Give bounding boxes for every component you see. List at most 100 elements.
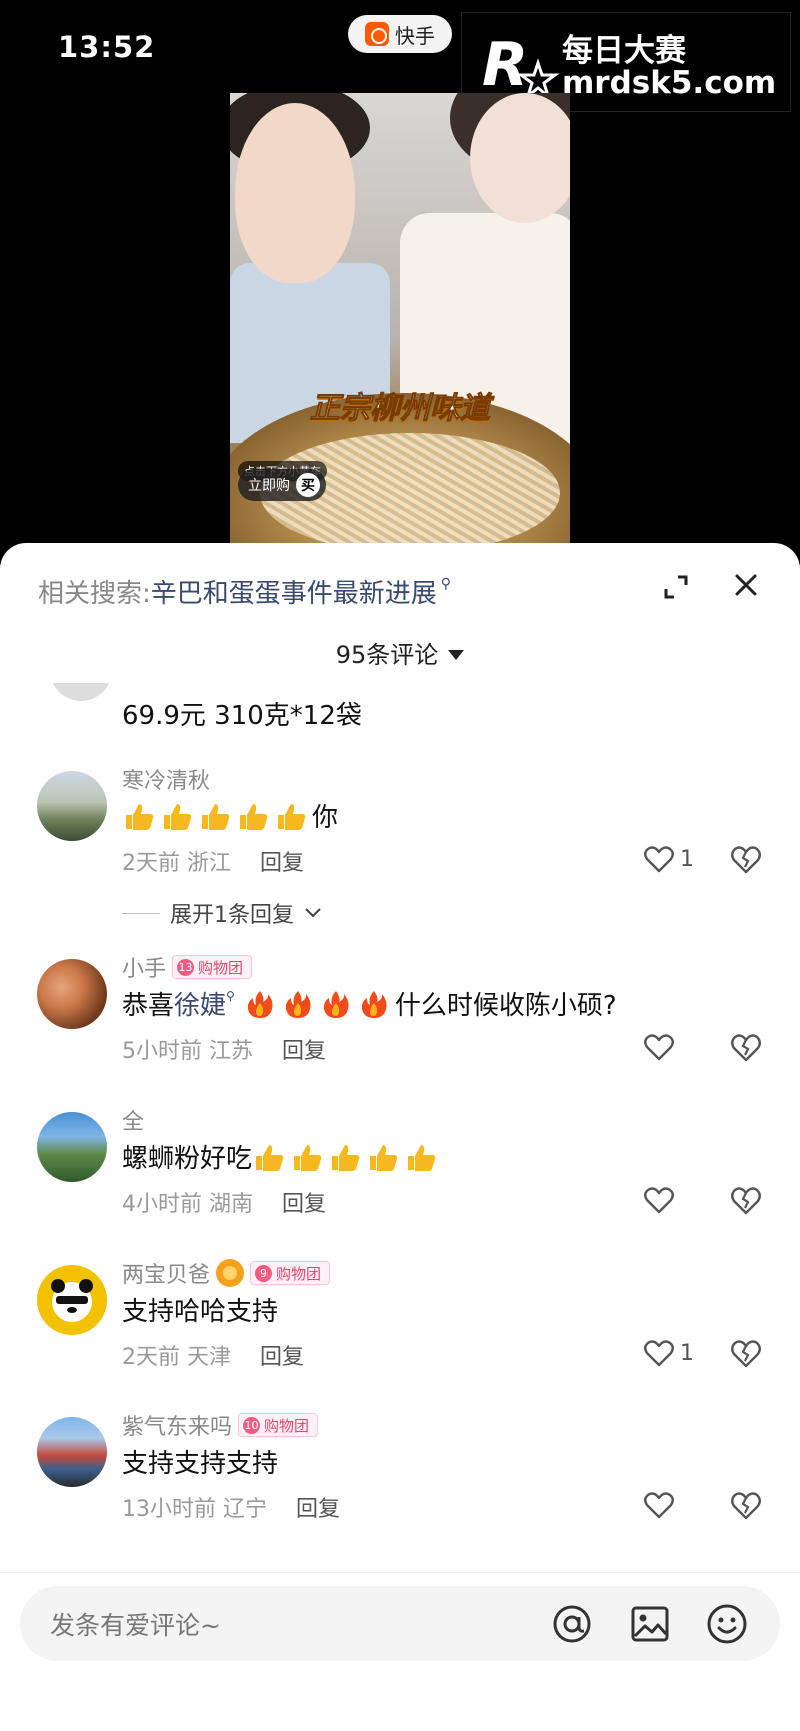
comment-list[interactable]: 69.9元 310克*12袋 寒冷清秋 你 2天前 浙江 回复 1 展开1条回复… — [0, 683, 800, 1586]
search-icon: ⚲ — [440, 575, 452, 592]
username[interactable]: 全 — [122, 1104, 144, 1136]
kuaishou-logo-icon — [365, 22, 389, 46]
comment-time: 4小时前 — [122, 1192, 202, 1217]
fire-emoji-icon — [323, 990, 349, 1018]
thumbs-up-emoji-icon — [294, 1144, 322, 1171]
badge-level: 13 — [177, 958, 195, 976]
comment-text-prefix: 恭喜 — [122, 991, 175, 1021]
comment-text: 螺蛳粉好吃 — [122, 1138, 442, 1175]
emoji-face-icon[interactable] — [705, 1602, 749, 1646]
comment-location: 浙江 — [187, 851, 232, 876]
comment-count[interactable]: 95条评论 — [0, 635, 800, 670]
thumbs-up-emoji-icon — [126, 803, 154, 830]
like-count: 1 — [680, 846, 694, 872]
expand-replies-label: 展开1条回复 — [170, 903, 294, 928]
fire-emoji-icon — [361, 990, 387, 1018]
comment-meta: 13小时前 辽宁 回复 — [122, 1491, 340, 1523]
avatar[interactable] — [37, 771, 107, 841]
comment-time: 5小时前 — [122, 1039, 202, 1064]
at-mention-icon[interactable] — [550, 1602, 594, 1646]
comment-text: 69.9元 310克*12袋 — [122, 701, 362, 731]
expand-replies-button[interactable]: 展开1条回复 — [122, 897, 322, 929]
video-banner-text: 正宗柳州味道 — [310, 391, 491, 427]
like-button[interactable] — [644, 1184, 674, 1216]
comment-item: 寒冷清秋 你 2天前 浙江 回复 1 展开1条回复 — [0, 763, 800, 928]
username[interactable]: 小手 — [122, 951, 166, 983]
video-face-right — [470, 93, 570, 223]
badge-level: 9 — [255, 1264, 273, 1282]
comment-meta: 2天前 浙江 回复 — [122, 845, 304, 877]
badge-label: 购物团 — [276, 1264, 322, 1283]
watermark-title: 每日大赛 — [562, 33, 686, 69]
related-search[interactable]: 相关搜索: 辛巴和蛋蛋事件最新进展 ⚲ — [38, 573, 451, 610]
reply-button[interactable]: 回复 — [282, 1192, 326, 1217]
comment-input-bar[interactable]: 发条有爱评论~ — [20, 1586, 780, 1661]
thumbs-up-emoji-icon — [256, 1144, 284, 1171]
avatar[interactable] — [37, 1112, 107, 1182]
comment-item: 紫气东来吗 10 购物团 支持支持支持 13小时前 辽宁 回复 — [0, 1409, 800, 1549]
mention-link[interactable]: 徐婕 — [174, 985, 226, 1022]
broken-heart-icon[interactable] — [730, 1184, 762, 1216]
avatar[interactable] — [37, 1417, 107, 1487]
group-badge: 13 购物团 — [172, 955, 253, 979]
comment-text-prefix: 螺蛳粉好吃 — [122, 1144, 253, 1174]
badge-label: 购物团 — [198, 958, 244, 977]
heart-outline-icon — [644, 846, 674, 873]
thumbs-up-emoji-icon — [332, 1144, 360, 1171]
like-button[interactable] — [644, 1489, 674, 1521]
comment-count-label: 95条评论 — [335, 641, 439, 669]
video-player[interactable]: 正宗柳州味道 点击下方小黄车 立即购 买 — [230, 93, 570, 543]
thumbs-up-emoji-icon — [164, 803, 192, 830]
avatar[interactable] — [37, 1265, 107, 1335]
image-icon[interactable] — [628, 1602, 672, 1646]
comment-location: 天津 — [187, 1345, 232, 1370]
username[interactable]: 两宝贝爸 — [122, 1257, 210, 1289]
close-icon[interactable] — [732, 571, 760, 599]
app-pill-label: 快手 — [395, 23, 435, 48]
buy-char: 买 — [296, 473, 320, 497]
username[interactable]: 紫气东来吗 — [122, 1409, 232, 1441]
comment-text: 恭喜 徐婕 ⚲ 什么时候收陈小硕? — [122, 985, 617, 1022]
thumbs-up-emoji-icon — [240, 803, 268, 830]
comment-sheet: 相关搜索: 辛巴和蛋蛋事件最新进展 ⚲ 95条评论 69.9元 310克*12袋… — [0, 543, 800, 1731]
expand-icon[interactable] — [662, 573, 690, 601]
avatar[interactable] — [37, 959, 107, 1029]
reply-button[interactable]: 回复 — [260, 1345, 304, 1370]
group-badge: 10 购物团 — [238, 1413, 319, 1437]
kuaishou-app-pill[interactable]: 快手 — [348, 15, 452, 53]
buy-now-label: 立即购 — [248, 478, 290, 494]
comment-item: 两宝贝爸 9 购物团 支持哈哈支持 2天前 天津 回复 1 — [0, 1257, 800, 1397]
comment-text: 你 — [122, 797, 338, 834]
comment-text-suffix: 你 — [312, 803, 339, 833]
reply-button[interactable]: 回复 — [282, 1039, 326, 1064]
like-button[interactable] — [644, 1031, 674, 1063]
video-face-left — [235, 103, 355, 283]
broken-heart-icon[interactable] — [730, 1031, 762, 1063]
buy-now-button[interactable]: 立即购 买 — [238, 469, 326, 501]
comment-text-suffix: 什么时候收陈小硕? — [394, 991, 617, 1021]
search-icon: ⚲ — [226, 988, 235, 1003]
divider-line — [122, 912, 160, 914]
fire-emoji-icon — [285, 990, 311, 1018]
related-search-keyword[interactable]: 辛巴和蛋蛋事件最新进展 — [151, 573, 437, 610]
comment-location: 江苏 — [209, 1039, 254, 1064]
badge-label: 购物团 — [264, 1416, 310, 1435]
reply-button[interactable]: 回复 — [260, 851, 304, 876]
comment-item: 全 螺蛳粉好吃 4小时前 湖南 回复 — [0, 1104, 800, 1244]
heart-outline-icon — [644, 1492, 674, 1519]
like-button[interactable]: 1 — [644, 843, 694, 875]
like-count: 1 — [680, 1340, 694, 1366]
broken-heart-icon[interactable] — [730, 843, 762, 875]
username[interactable]: 寒冷清秋 — [122, 763, 210, 795]
comment-meta: 2天前 天津 回复 — [122, 1339, 304, 1371]
thumbs-up-emoji-icon — [370, 1144, 398, 1171]
svg-text:R: R — [482, 30, 528, 100]
broken-heart-icon[interactable] — [730, 1337, 762, 1369]
broken-heart-icon[interactable] — [730, 1489, 762, 1521]
reply-button[interactable]: 回复 — [296, 1497, 340, 1522]
like-button[interactable]: 1 — [644, 1337, 694, 1369]
comment-input-placeholder[interactable]: 发条有爱评论~ — [50, 1606, 221, 1642]
chevron-down-icon — [305, 908, 321, 918]
comment-text: 支持支持支持 — [122, 1449, 279, 1479]
avatar[interactable] — [50, 683, 112, 701]
